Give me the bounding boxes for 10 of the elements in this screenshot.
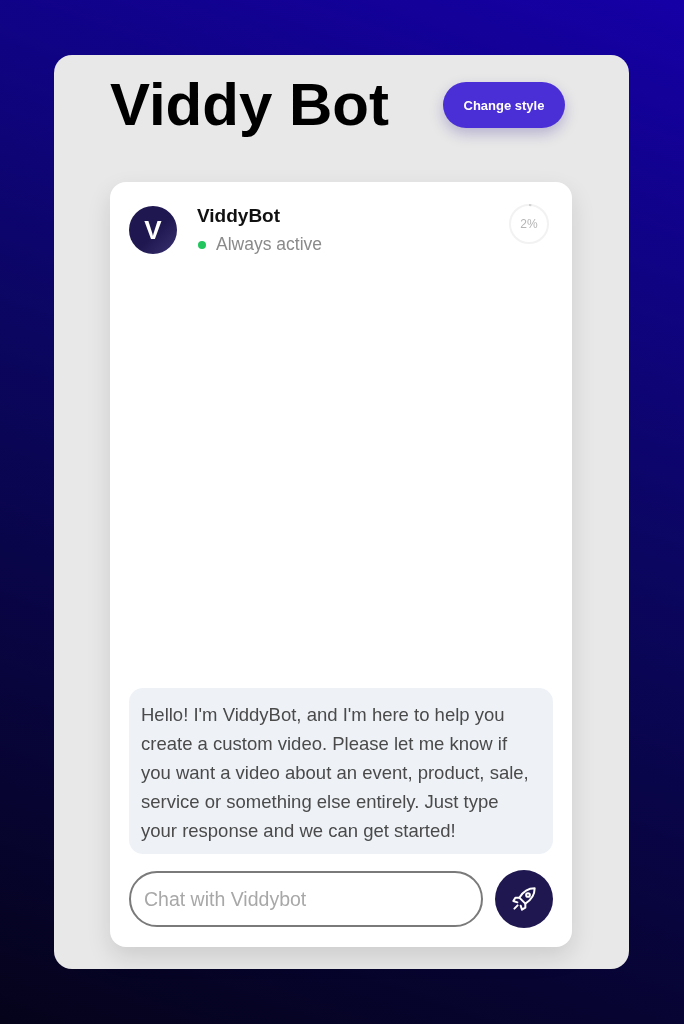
chat-input-field[interactable]: Chat with Viddybot (129, 871, 483, 927)
bot-avatar: V (129, 206, 177, 254)
rocket-icon (512, 887, 536, 911)
send-button[interactable] (495, 870, 553, 928)
change-style-button[interactable]: Change style (443, 82, 565, 128)
app-title: Viddy Bot (110, 75, 389, 135)
progress-reading: 2% (520, 217, 538, 231)
bot-status: Always active (216, 234, 322, 255)
bot-message: Hello! I'm ViddyBot, and I'm here to help you create a custom video. Please let me know if you want a video about an event, product, sale, service or something else entirely. Just type your response and we can get started! (129, 688, 553, 854)
bot-name: ViddyBot (197, 205, 281, 227)
